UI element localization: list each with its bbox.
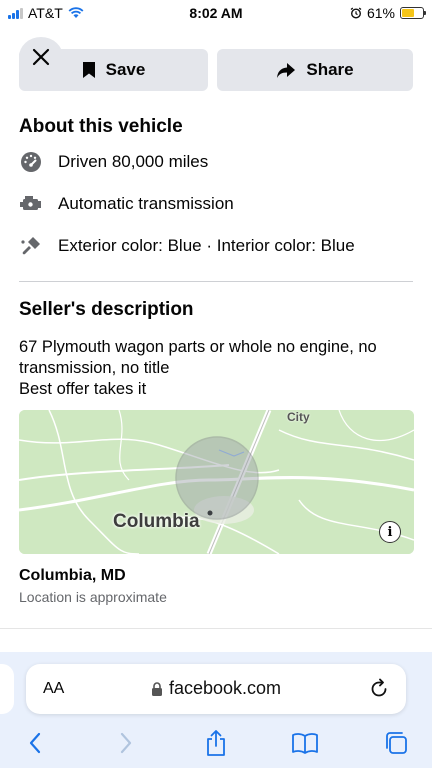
- content-bottom-edge: [0, 628, 432, 629]
- share-label: Share: [306, 60, 354, 79]
- battery-percent: 61%: [366, 5, 395, 21]
- spec-mileage-text: Driven 80,000 miles: [58, 152, 209, 171]
- book-icon: [292, 733, 318, 754]
- save-label: Save: [105, 60, 146, 79]
- speedometer-icon: [19, 150, 43, 174]
- lock-icon: [151, 681, 162, 696]
- previous-tab-peek[interactable]: [0, 664, 14, 714]
- chevron-right-icon: [120, 732, 132, 754]
- map-graphic: [19, 410, 414, 554]
- tabs-button[interactable]: [381, 728, 411, 758]
- close-icon: [32, 48, 50, 66]
- map-info-button[interactable]: i: [379, 521, 401, 543]
- close-button[interactable]: [19, 37, 63, 77]
- location-note: Location is approximate: [19, 589, 167, 605]
- alarm-icon: [350, 7, 362, 19]
- description-body: 67 Plymouth wagon parts or whole no engi…: [19, 338, 377, 398]
- back-button[interactable]: [20, 728, 50, 758]
- reload-button[interactable]: [369, 677, 389, 704]
- map-label-columbia: Columbia: [113, 511, 200, 532]
- browser-toolbar: [0, 724, 432, 764]
- spec-colors: Exterior color: Blue · Interior color: B…: [19, 234, 355, 258]
- share-arrow-icon: [277, 62, 296, 78]
- tabs-icon: [386, 732, 407, 754]
- reload-icon: [371, 678, 387, 697]
- url-display[interactable]: facebook.com: [26, 678, 406, 699]
- location-map[interactable]: City Columbia i: [19, 410, 414, 554]
- spec-colors-text: Exterior color: Blue · Interior color: B…: [58, 236, 355, 255]
- share-button[interactable]: Share: [217, 49, 413, 91]
- forward-button[interactable]: [111, 728, 141, 758]
- section-divider: [19, 281, 413, 282]
- share-sheet-button[interactable]: [201, 728, 231, 758]
- paint-brush-icon: [19, 234, 43, 258]
- address-bar[interactable]: AA facebook.com: [26, 664, 406, 714]
- bookmark-icon: [82, 62, 95, 78]
- share-sheet-icon: [207, 730, 225, 756]
- spec-transmission-text: Automatic transmission: [58, 194, 234, 213]
- seller-description-text: 67 Plymouth wagon parts or whole no engi…: [19, 337, 414, 400]
- battery-icon: [400, 7, 426, 19]
- engine-icon: [19, 192, 43, 216]
- spec-mileage: Driven 80,000 miles: [19, 150, 208, 174]
- status-bar: AT&T 8:02 AM 61%: [0, 0, 432, 26]
- url-text: facebook.com: [168, 678, 282, 698]
- map-label-city: City: [287, 410, 310, 424]
- spec-transmission: Automatic transmission: [19, 192, 234, 216]
- chevron-left-icon: [29, 732, 41, 754]
- seller-description-heading: Seller's description: [19, 299, 194, 320]
- browser-bottom-bar: AA facebook.com: [0, 652, 432, 768]
- about-vehicle-heading: About this vehicle: [19, 116, 183, 137]
- location-city: Columbia, MD: [19, 567, 126, 584]
- status-right: 61%: [350, 5, 426, 21]
- bookmarks-button[interactable]: [290, 728, 320, 758]
